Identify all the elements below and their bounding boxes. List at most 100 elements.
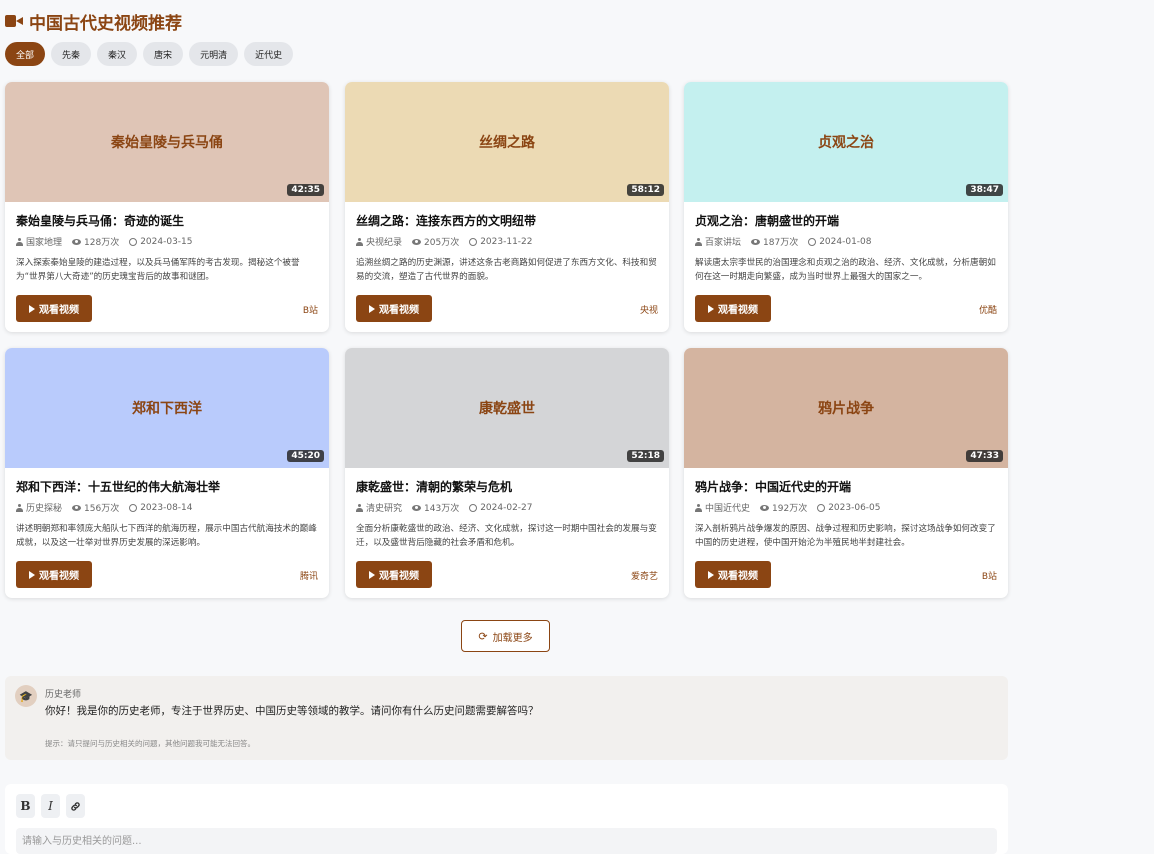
load-more-button[interactable]: ⟳ 加载更多 [461,620,550,652]
watch-label: 观看视频 [39,571,79,582]
watch-label: 观看视频 [718,571,758,582]
watch-video-button[interactable]: 观看视频 [356,295,432,322]
video-card: 康乾盛世 52:18 康乾盛世：清朝的繁荣与危机 清史研究 143万次 2024… [345,348,669,598]
watch-label: 观看视频 [379,571,419,582]
duration-badge: 42:35 [287,184,324,196]
video-card: 郑和下西洋 45:20 郑和下西洋：十五世纪的伟大航海壮举 历史探秘 156万次… [5,348,329,598]
video-views: 192万次 [772,504,808,514]
platform-label: 腾讯 [299,572,318,582]
video-card: 贞观之治 38:47 贞观之治：唐朝盛世的开端 百家讲坛 187万次 2024-… [684,82,1008,332]
video-thumbnail[interactable]: 康乾盛世 52:18 [345,348,669,468]
video-views: 128万次 [84,238,120,248]
question-input[interactable] [16,828,997,854]
eye-icon [412,238,422,245]
duration-badge: 52:18 [627,450,664,462]
page-title-text: 中国古代史视频推荐 [29,13,182,34]
platform-label: 爱奇艺 [630,572,658,582]
video-title[interactable]: 康乾盛世：清朝的繁荣与危机 [356,478,512,495]
clock-icon [129,503,138,512]
clock-icon [817,503,826,512]
watch-video-button[interactable]: 观看视频 [695,561,771,588]
video-description: 深入剖析鸦片战争爆发的原因、战争过程和历史影响，探讨这场战争如何改变了中国的历史… [695,524,996,548]
video-description: 全面分析康乾盛世的政治、经济、文化成就，探讨这一时期中国社会的发展与变迁，以及盛… [356,524,657,548]
video-title[interactable]: 秦始皇陵与兵马俑：奇迹的诞生 [16,212,184,229]
italic-button[interactable]: I [41,794,60,818]
video-description: 追溯丝绸之路的历史渊源，讲述这条古老商路如何促进了东西方文化、科技和贸易的交流，… [356,258,657,282]
clock-icon [469,237,478,246]
watch-video-button[interactable]: 观看视频 [695,295,771,322]
video-card: 秦始皇陵与兵马俑 42:35 秦始皇陵与兵马俑：奇迹的诞生 国家地理 128万次… [5,82,329,332]
video-title[interactable]: 贞观之治：唐朝盛世的开端 [695,212,839,229]
filter-qin-han[interactable]: 秦汉 [97,42,138,66]
eye-icon [72,238,82,245]
clock-icon [808,237,817,246]
video-meta: 央视纪录 205万次 2023-11-22 [356,235,533,248]
video-author: 央视纪录 [366,238,403,248]
format-toolbar: B I [16,794,85,818]
video-description: 深入探索秦始皇陵的建造过程，以及兵马俑军阵的考古发现。揭秘这个被誉为“世界第八大… [16,258,300,282]
video-date: 2023-06-05 [828,502,881,513]
video-meta: 清史研究 143万次 2024-02-27 [356,501,533,514]
platform-label: 央视 [639,306,658,316]
thumbnail-title: 秦始皇陵与兵马俑 [111,135,223,151]
video-description: 讲述明朝郑和率领庞大船队七下西洋的航海历程，展示中国古代航海技术的巅峰成就，以及… [16,524,317,548]
video-thumbnail[interactable]: 鸦片战争 47:33 [684,348,1008,468]
thumbnail-title: 郑和下西洋 [132,401,202,417]
video-card: 丝绸之路 58:12 丝绸之路：连接东西方的文明纽带 央视纪录 205万次 20… [345,82,669,332]
page-title: 中国古代史视频推荐 [5,9,182,34]
user-icon [16,503,23,512]
chat-sender-name: 历史老师 [45,690,82,700]
load-more-label: 加载更多 [492,632,533,644]
user-icon [695,237,702,246]
eye-icon [72,504,82,511]
thumbnail-title: 鸦片战争 [818,401,874,417]
watch-video-button[interactable]: 观看视频 [356,561,432,588]
video-thumbnail[interactable]: 秦始皇陵与兵马俑 42:35 [5,82,329,202]
video-meta: 百家讲坛 187万次 2024-01-08 [695,235,872,248]
video-thumbnail[interactable]: 丝绸之路 58:12 [345,82,669,202]
filter-all[interactable]: 全部 [5,42,46,66]
filter-yuan-ming-qing[interactable]: 元明清 [189,42,239,66]
chat-hint: 提示：请只提问与历史相关的问题，其他问题我可能无法回答。 [45,739,255,748]
graduation-cap-icon: 🎓 [15,685,37,707]
play-icon [708,304,714,313]
thumbnail-title: 丝绸之路 [479,135,535,151]
chat-message-panel: 🎓 历史老师 你好！我是你的历史老师，专注于世界历史、中国历史等领域的教学。请问… [5,676,1008,760]
video-views: 143万次 [424,504,460,514]
play-icon [369,570,375,579]
filter-modern[interactable]: 近代史 [244,42,294,66]
bold-button[interactable]: B [16,794,35,818]
eye-icon [412,504,422,511]
link-button[interactable] [66,794,85,818]
video-title[interactable]: 丝绸之路：连接东西方的文明纽带 [356,212,536,229]
platform-label: B站 [981,572,997,582]
watch-video-button[interactable]: 观看视频 [16,295,92,322]
eye-icon [751,238,761,245]
video-camera-icon [5,14,23,28]
category-filters: 全部 先秦 秦汉 唐宋 元明清 近代史 [5,42,294,66]
video-title[interactable]: 郑和下西洋：十五世纪的伟大航海壮举 [16,478,220,495]
video-date: 2023-11-22 [480,236,533,247]
filter-pre-qin[interactable]: 先秦 [51,42,92,66]
refresh-icon: ⟳ [478,629,488,643]
play-icon [708,570,714,579]
watch-video-button[interactable]: 观看视频 [16,561,92,588]
eye-icon [760,504,770,511]
video-meta: 中国近代史 192万次 2023-06-05 [695,501,881,514]
filter-tang-song[interactable]: 唐宋 [143,42,184,66]
clock-icon [469,503,478,512]
video-thumbnail[interactable]: 郑和下西洋 45:20 [5,348,329,468]
video-title[interactable]: 鸦片战争：中国近代史的开端 [695,478,851,495]
user-icon [356,503,363,512]
video-author: 历史探秘 [26,504,63,514]
video-author: 国家地理 [26,238,63,248]
platform-label: 优酷 [978,306,997,316]
video-date: 2023-08-14 [140,502,193,513]
video-author: 清史研究 [366,504,403,514]
video-views: 187万次 [763,238,799,248]
play-icon [29,304,35,313]
video-thumbnail[interactable]: 贞观之治 38:47 [684,82,1008,202]
video-date: 2024-03-15 [140,236,193,247]
chat-composer: B I [5,784,1008,854]
video-date: 2024-01-08 [819,236,872,247]
